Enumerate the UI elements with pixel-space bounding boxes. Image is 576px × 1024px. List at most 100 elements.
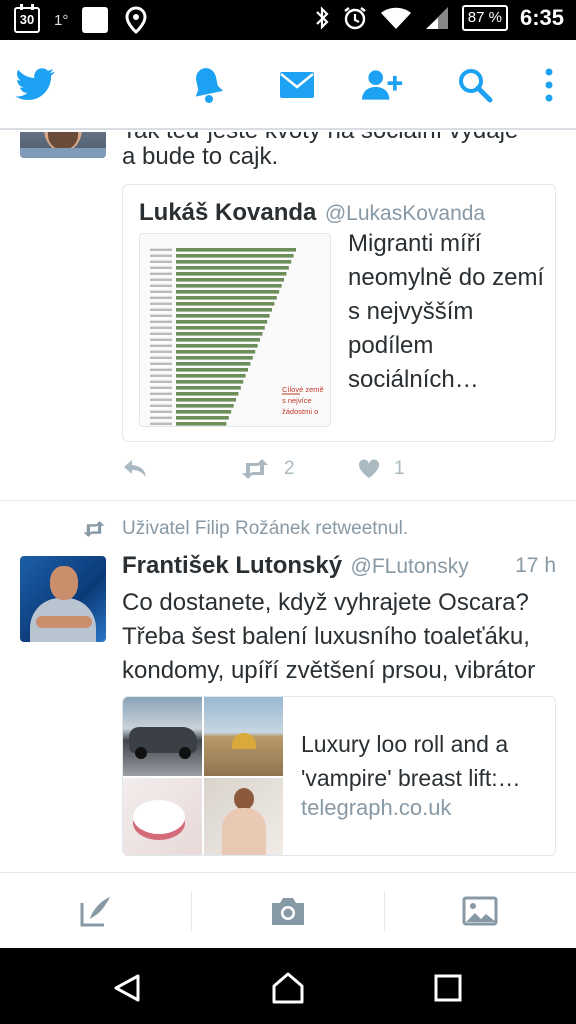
author-name: František Lutonský [122, 552, 343, 579]
chart-thumbnail-bar [176, 284, 282, 288]
reply-button[interactable] [122, 458, 148, 478]
chart-thumbnail-bar [176, 296, 277, 300]
notifications-bell-icon[interactable] [186, 64, 228, 106]
chart-thumbnail-label [150, 362, 172, 365]
tweet-actions: 2 1 [122, 458, 562, 488]
reply-icon [124, 460, 146, 477]
retweet-button[interactable]: 2 [240, 458, 295, 480]
bluetooth-icon [315, 6, 329, 30]
chart-thumbnail-label [150, 410, 172, 413]
twitter-logo-icon[interactable] [14, 64, 56, 106]
card-thumbnails [123, 697, 283, 855]
chart-thumbnail-bar [176, 416, 229, 420]
chart-thumbnail-bar [176, 362, 251, 366]
location-off-icon [125, 6, 147, 34]
calendar-icon: 30 [14, 4, 40, 33]
car-thumbnail [123, 697, 202, 776]
tweet-text: a bude to cajk. [122, 143, 279, 170]
overflow-menu-icon[interactable] [528, 64, 570, 106]
chart-thumbnail-bar [176, 368, 248, 372]
chart-thumbnail-label [150, 386, 172, 389]
chart-thumbnail-label [150, 392, 172, 395]
tweet[interactable]: František Lutonský @FLutonsky 17 h Co do… [122, 552, 562, 688]
retweet-notice-text: Uživatel Filip Rožánek retweetnul. [122, 518, 409, 539]
chart-thumbnail-bar [176, 290, 280, 294]
chart-thumbnail-bar [176, 326, 265, 330]
avatar[interactable] [20, 556, 106, 642]
notification-square-icon [82, 7, 109, 33]
chart-thumbnail-label [150, 284, 172, 287]
chart-caption: Cílové země s nejvíce žádostmi o [282, 385, 324, 416]
chart-thumbnail-label [150, 404, 172, 407]
wifi-icon [380, 7, 411, 29]
chart-thumbnail-bar [176, 404, 234, 408]
chart-thumbnail-label [150, 332, 172, 335]
search-icon[interactable] [454, 64, 496, 106]
link-card[interactable]: Luxury loo roll and a 'vampire' breast l… [122, 696, 556, 856]
chart-thumbnail-label [150, 302, 172, 305]
chart-thumbnail-bar [176, 374, 246, 378]
chart-thumbnail-label [150, 296, 172, 299]
avatar[interactable] [20, 132, 106, 158]
chart-thumbnail-label [150, 398, 172, 401]
chart-thumbnail-bar [176, 314, 270, 318]
clock: 6:35 [519, 5, 564, 30]
chart-thumbnail-label [150, 320, 172, 323]
chart-thumbnail-label [150, 380, 172, 383]
chart-thumbnail-bar [176, 338, 260, 342]
woman-thumbnail [204, 778, 283, 855]
retweet-icon [83, 521, 105, 537]
chart-thumbnail-bar [176, 308, 272, 312]
card-domain: telegraph.co.uk [301, 795, 452, 820]
home-icon[interactable] [268, 968, 308, 1008]
add-user-icon[interactable] [362, 64, 404, 106]
chart-thumbnail-label [150, 248, 172, 251]
chart-thumbnail-label [150, 266, 172, 269]
chart-thumbnail-bar [176, 344, 258, 348]
chart-thumbnail-label [150, 356, 172, 359]
chart-thumbnail-bar [176, 356, 253, 360]
like-button[interactable]: 1 [358, 458, 405, 480]
back-icon[interactable] [108, 968, 148, 1008]
chart-thumbnail-bar [176, 248, 296, 252]
chart-thumbnail-label [150, 308, 172, 311]
recents-icon[interactable] [428, 968, 468, 1008]
chart-thumbnail-label [150, 290, 172, 293]
card-title: Luxury loo roll and a 'vampire' breast l… [301, 731, 521, 791]
tweet-text: Co dostanete, když vyhrajete Oscara? Tře… [122, 589, 536, 684]
chart-thumbnail-bar [176, 410, 232, 414]
chart-thumbnail-bar [176, 386, 241, 390]
chart-thumbnail-bar [176, 260, 292, 264]
messages-envelope-icon[interactable] [276, 64, 318, 106]
chart-thumbnail-label [150, 314, 172, 317]
chart-thumbnail-bar [176, 278, 284, 282]
chart-thumbnail-bar [176, 350, 256, 354]
chart-thumbnail-label [150, 254, 172, 257]
retweet-icon [242, 459, 268, 479]
device-thumbnail [123, 778, 202, 855]
timeline-feed[interactable]: Tak teď ještě kvóty na sociální výdaje a… [0, 132, 576, 872]
compose-tweet-icon[interactable] [76, 891, 116, 931]
chart-thumbnail-label [150, 344, 172, 347]
chart-thumbnail-bar [176, 332, 263, 336]
gallery-icon[interactable] [460, 891, 500, 931]
author-handle: @FLutonsky [350, 555, 469, 578]
camera-icon[interactable] [268, 891, 308, 931]
like-count: 1 [394, 458, 405, 479]
chart-thumbnail-bar [176, 380, 244, 384]
chart-thumbnail-label [150, 338, 172, 341]
quoted-chart-image[interactable]: Cílové země s nejvíce žádostmi o [139, 233, 331, 427]
heart-icon [358, 459, 380, 478]
chart-thumbnail-label [150, 326, 172, 329]
battery-indicator: 87 % [461, 5, 508, 31]
quoted-author-handle: @LukasKovanda [324, 202, 486, 225]
chart-thumbnail-bar [176, 302, 275, 306]
chart-thumbnail-label [150, 350, 172, 353]
retweet-notice[interactable]: Uživatel Filip Rožánek retweetnul. [82, 518, 408, 540]
chart-thumbnail-label [150, 422, 172, 425]
chart-thumbnail-label [150, 272, 172, 275]
quoted-author-name: Lukáš Kovanda [139, 199, 317, 226]
quoted-tweet[interactable]: Lukáš Kovanda @LukasKovanda Cílové země … [122, 184, 556, 442]
chart-thumbnail-label [150, 278, 172, 281]
alarm-icon [344, 7, 366, 30]
